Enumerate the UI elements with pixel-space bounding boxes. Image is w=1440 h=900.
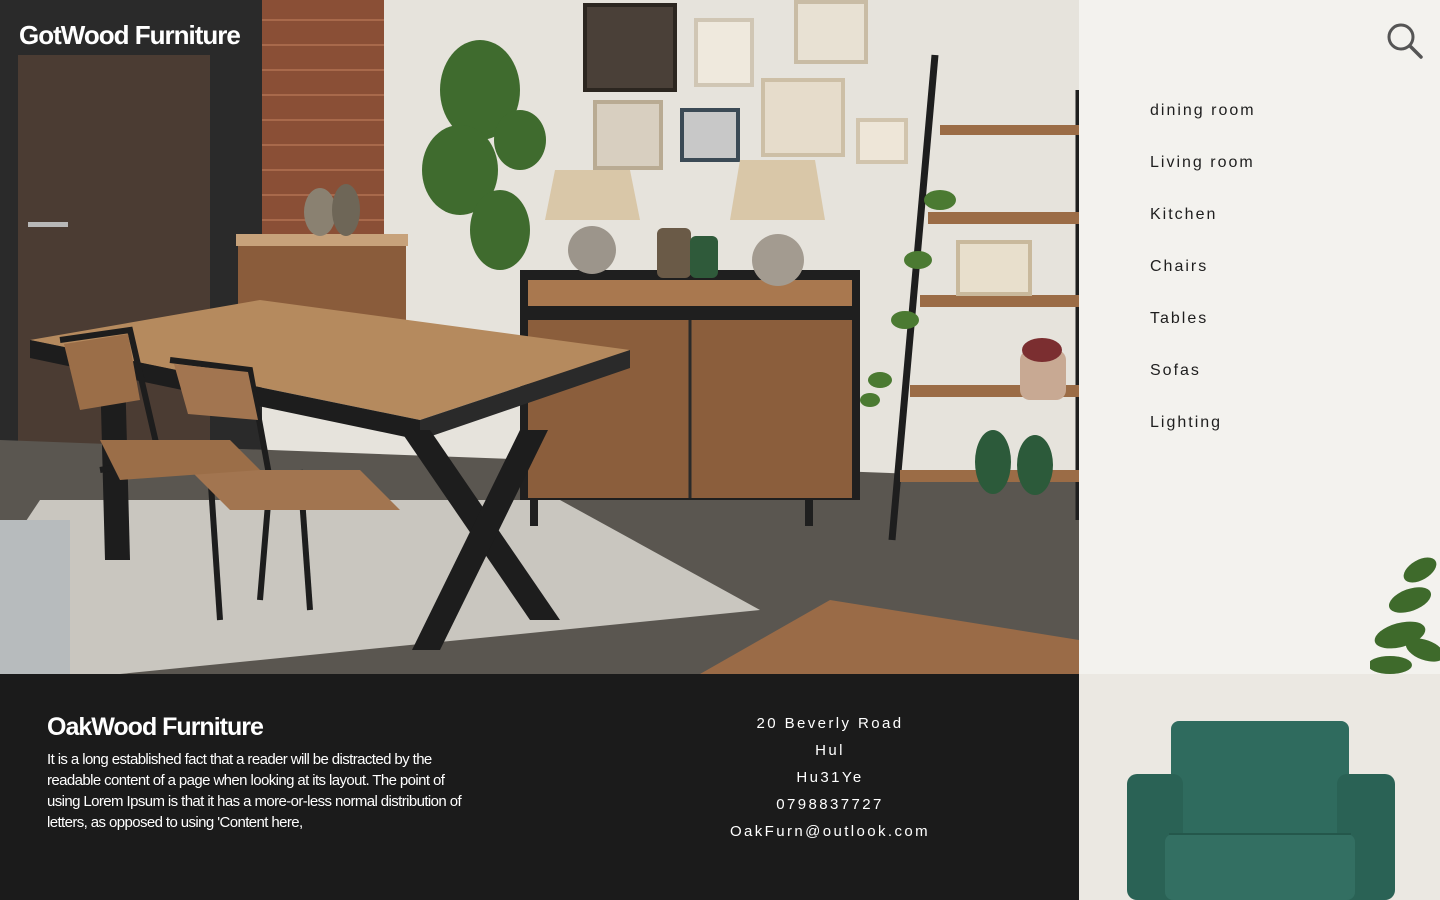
brand-logo[interactable]: GotWood Furniture: [19, 20, 241, 51]
plant-decoration: [1370, 557, 1440, 674]
nav-item-kitchen[interactable]: Kitchen: [1150, 204, 1256, 256]
email-address[interactable]: OakFurn@outlook.com: [680, 818, 980, 845]
contact-info: 20 Beverly Road Hul Hu31Ye 0798837727 Oa…: [680, 710, 980, 845]
category-menu: dining room Living room Kitchen Chairs T…: [1150, 100, 1256, 464]
nav-item-chairs[interactable]: Chairs: [1150, 256, 1256, 308]
footer: OakWood Furniture It is a long establish…: [0, 674, 1079, 900]
footer-description: It is a long established fact that a rea…: [47, 751, 462, 831]
nav-item-sofas[interactable]: Sofas: [1150, 360, 1256, 412]
armchair-image: [1127, 721, 1395, 900]
address-line-1: 20 Beverly Road: [756, 715, 904, 732]
nav-item-living-room[interactable]: Living room: [1150, 152, 1256, 204]
nav-item-lighting[interactable]: Lighting: [1150, 412, 1256, 464]
address-line-2: Hul: [815, 742, 845, 759]
nav-item-dining-room[interactable]: dining room: [1150, 100, 1256, 152]
postcode: Hu31Ye: [796, 769, 864, 786]
armchair-promo[interactable]: [1079, 674, 1440, 900]
phone-number[interactable]: 0798837727: [680, 791, 980, 818]
footer-title: OakWood Furniture: [47, 713, 264, 741]
dining-room-photo: [0, 0, 1079, 674]
hero-image: GotWood Furniture: [0, 0, 1079, 674]
search-button[interactable]: [1386, 22, 1424, 60]
nav-item-tables[interactable]: Tables: [1150, 308, 1256, 360]
search-icon: [1387, 23, 1423, 59]
